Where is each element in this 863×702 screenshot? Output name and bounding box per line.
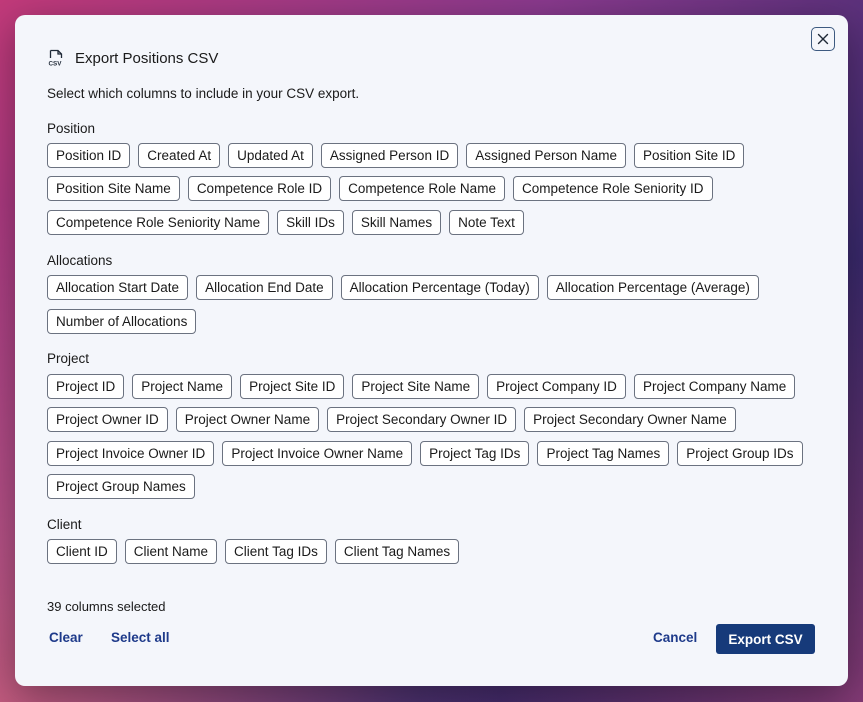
chip-row: Project ID Project Name Project Site ID Pro… <box>47 374 796 399</box>
column-chip[interactable]: Project Tag Names <box>537 441 670 466</box>
cancel-button[interactable]: Cancel <box>653 630 697 645</box>
column-chip[interactable]: Project Owner Name <box>175 407 320 432</box>
chip-row: Project Group Names <box>47 474 195 499</box>
column-chip[interactable]: Project Site Name <box>352 374 480 399</box>
dialog-header: CSV Export Positions CSV <box>47 49 219 68</box>
column-chip[interactable]: Project Tag IDs <box>420 441 530 466</box>
column-chip[interactable]: Created At <box>138 143 221 168</box>
chip-row: Position Site Name Competence Role ID Comp… <box>47 176 713 201</box>
export-csv-button[interactable]: Export CSV <box>716 624 815 654</box>
column-chip[interactable]: Client Tag IDs <box>225 539 327 564</box>
column-chip[interactable]: Allocation Start Date <box>47 275 189 300</box>
column-chip[interactable]: Assigned Person ID <box>320 143 459 168</box>
section-label-project: Project <box>47 351 90 366</box>
chip-row: Allocation Start Date Allocation End Date… <box>47 275 759 300</box>
clear-button[interactable]: Clear <box>49 630 83 645</box>
column-chip[interactable]: Project Group Names <box>47 474 195 499</box>
section-label-allocations: Allocations <box>47 253 113 268</box>
close-button[interactable] <box>811 27 835 51</box>
section-label-position: Position <box>47 121 96 136</box>
chip-row: Project Invoice Owner ID Project Invoice … <box>47 441 803 466</box>
column-chip[interactable]: Project ID <box>47 374 125 399</box>
close-icon <box>817 33 829 45</box>
section-label-client: Client <box>47 517 82 532</box>
dialog-title: Export Positions CSV <box>75 49 219 67</box>
dialog-description: Select which columns to include in your … <box>47 86 360 101</box>
column-chip[interactable]: Project Group IDs <box>677 441 803 466</box>
select-all-button[interactable]: Select all <box>111 630 170 645</box>
column-chip[interactable]: Project Secondary Owner ID <box>327 407 517 432</box>
column-chip[interactable]: Project Company ID <box>487 374 626 399</box>
column-chip[interactable]: Skill IDs <box>277 210 344 235</box>
column-chip[interactable]: Position ID <box>47 143 131 168</box>
column-chip[interactable]: Competence Role Name <box>339 176 505 201</box>
column-chip[interactable]: Updated At <box>228 143 313 168</box>
column-chip[interactable]: Allocation End Date <box>196 275 333 300</box>
column-chip[interactable]: Project Owner ID <box>47 407 168 432</box>
column-chip[interactable]: Position Site ID <box>634 143 745 168</box>
chip-row: Client ID Client Name Client Tag IDs Client… <box>47 539 460 564</box>
column-chip[interactable]: Client Name <box>124 539 218 564</box>
svg-text:CSV: CSV <box>49 61 63 68</box>
selected-count: 39 columns selected <box>47 599 166 614</box>
column-chip[interactable]: Project Invoice Owner ID <box>47 441 215 466</box>
column-chip[interactable]: Client Tag Names <box>334 539 460 564</box>
column-chip[interactable]: Competence Role ID <box>187 176 332 201</box>
column-chip[interactable]: Project Invoice Owner Name <box>222 441 413 466</box>
column-chip[interactable]: Skill Names <box>351 210 442 235</box>
column-chip[interactable]: Assigned Person Name <box>466 143 627 168</box>
column-chip[interactable]: Note Text <box>449 210 524 235</box>
export-csv-dialog: CSV Export Positions CSV Select which co… <box>15 15 848 686</box>
column-chip[interactable]: Allocation Percentage (Average) <box>546 275 759 300</box>
chip-row: Competence Role Seniority Name Skill IDs S… <box>47 210 524 235</box>
column-chip[interactable]: Project Site ID <box>240 374 345 399</box>
chip-row: Project Owner ID Project Owner Name Projec… <box>47 407 736 432</box>
chip-row: Number of Allocations <box>47 309 197 334</box>
column-chip[interactable]: Project Secondary Owner Name <box>524 407 736 432</box>
column-chip[interactable]: Project Name <box>132 374 233 399</box>
chip-row: Position ID Created At Updated At Assigned … <box>47 143 745 168</box>
column-chip[interactable]: Competence Role Seniority Name <box>47 210 270 235</box>
column-chip[interactable]: Client ID <box>47 539 117 564</box>
column-chip[interactable]: Number of Allocations <box>47 309 197 334</box>
column-chip[interactable]: Project Company Name <box>633 374 796 399</box>
column-chip[interactable]: Competence Role Seniority ID <box>512 176 713 201</box>
column-chip[interactable]: Position Site Name <box>47 176 180 201</box>
csv-file-icon: CSV <box>49 49 63 68</box>
column-chip[interactable]: Allocation Percentage (Today) <box>340 275 539 300</box>
